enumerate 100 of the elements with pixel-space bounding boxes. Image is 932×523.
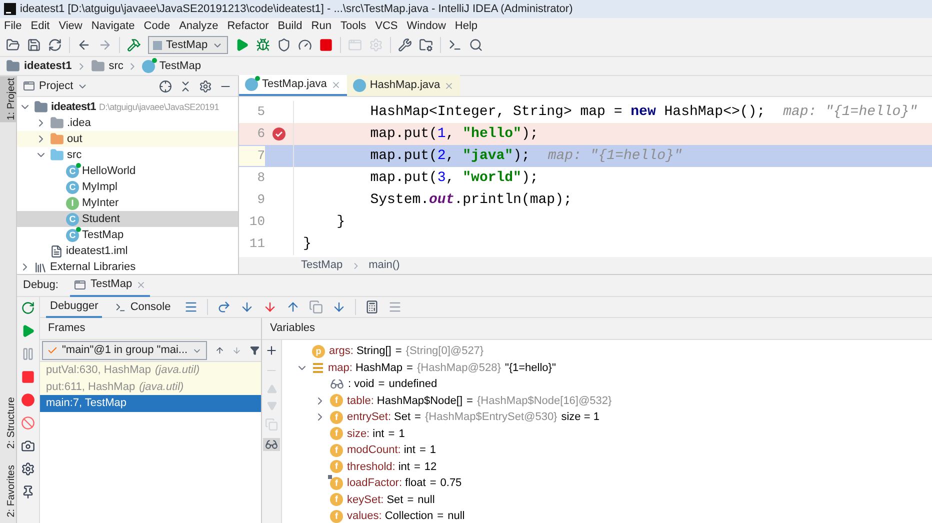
line-number: 6 bbox=[256, 125, 265, 144]
settings-icon[interactable] bbox=[199, 80, 212, 92]
run-icon[interactable] bbox=[234, 38, 249, 52]
tree-item[interactable]: I MyInter bbox=[17, 195, 238, 211]
breadcrumb-item[interactable]: ideatest1 bbox=[24, 58, 72, 74]
tree-item[interactable]: ideatest1.iml bbox=[17, 243, 238, 259]
debug-session-tab[interactable]: TestMap bbox=[70, 274, 150, 296]
editor-tab[interactable]: TestMap.java bbox=[239, 75, 347, 96]
tree-item[interactable]: C Student bbox=[17, 211, 238, 227]
variable-text: values: Collection bbox=[347, 509, 434, 523]
variable-row[interactable]: f threshold: int = 12 bbox=[292, 458, 932, 475]
stop-icon[interactable] bbox=[318, 38, 333, 52]
debugger-tab[interactable]: Debugger bbox=[46, 296, 102, 318]
coverage-icon[interactable] bbox=[276, 38, 291, 52]
variable-row[interactable]: : void = undefined bbox=[292, 376, 932, 392]
save-icon[interactable] bbox=[27, 38, 41, 52]
camera-icon[interactable] bbox=[21, 439, 35, 453]
object-reference: {String[0]@527} bbox=[406, 344, 484, 359]
breadcrumb-item[interactable]: src bbox=[108, 58, 124, 74]
menu-item[interactable]: Help bbox=[454, 18, 478, 34]
trace-icon[interactable] bbox=[388, 300, 402, 314]
run-to-cursor-icon[interactable] bbox=[332, 300, 346, 314]
variable-row[interactable]: p args: String[] = {String[0]@527} bbox=[292, 343, 932, 360]
equals-sign: = bbox=[395, 344, 402, 359]
filter-icon[interactable] bbox=[250, 344, 260, 357]
menu-item[interactable]: Run bbox=[311, 18, 332, 34]
menu-item[interactable]: Build bbox=[278, 18, 302, 34]
tree-item[interactable]: C MyImpl bbox=[17, 179, 238, 195]
menu-item[interactable]: Window bbox=[406, 18, 446, 34]
variable-row[interactable]: f keySet: Set = null bbox=[292, 492, 932, 508]
run-config-dropdown[interactable]: TestMap bbox=[148, 36, 228, 54]
close-icon[interactable] bbox=[136, 280, 146, 290]
menu-icon[interactable] bbox=[184, 300, 198, 314]
mute-breakpoints-icon[interactable] bbox=[21, 416, 35, 430]
variable-row[interactable]: f table: HashMap$Node[] = {HashMap$Node[16]@532} bbox=[292, 392, 932, 409]
hammer-icon[interactable] bbox=[127, 38, 141, 52]
menu-item[interactable]: Navigate bbox=[91, 18, 135, 34]
tree-item[interactable]: .idea bbox=[17, 115, 238, 131]
step-over-icon[interactable] bbox=[216, 300, 231, 314]
add-icon[interactable] bbox=[265, 344, 278, 357]
terminal-icon[interactable] bbox=[448, 38, 462, 52]
frame-item[interactable]: main:7, TestMap bbox=[40, 395, 261, 412]
tree-item[interactable]: C TestMap bbox=[17, 227, 238, 243]
breakpoints-icon[interactable] bbox=[21, 393, 35, 407]
code-breadcrumb-item[interactable]: TestMap bbox=[301, 257, 343, 274]
step-into-icon[interactable] bbox=[240, 300, 254, 314]
breakpoint-icon[interactable] bbox=[272, 127, 286, 141]
panel-title: Variables bbox=[270, 321, 316, 336]
settings-icon[interactable] bbox=[21, 462, 35, 476]
wrench-icon[interactable] bbox=[398, 38, 412, 52]
back-icon[interactable] bbox=[77, 38, 91, 52]
open-folder-icon[interactable] bbox=[6, 38, 20, 52]
project-structure-icon[interactable] bbox=[418, 38, 433, 52]
menu-item[interactable]: Code bbox=[144, 18, 170, 34]
tool-window-tab[interactable]: 1: Project bbox=[0, 76, 16, 122]
tool-window-tab[interactable]: 2: Structure bbox=[0, 395, 16, 451]
variable-row[interactable]: f loadFactor: float = 0.75 bbox=[292, 475, 932, 492]
editor-tab[interactable]: HashMap.java bbox=[346, 75, 460, 96]
sync-icon[interactable] bbox=[48, 38, 62, 52]
variable-row[interactable]: f modCount: int = 1 bbox=[292, 442, 932, 458]
code-breadcrumb-item[interactable]: main() bbox=[368, 257, 400, 274]
variable-value: size = 1 bbox=[561, 410, 600, 425]
variable-row[interactable]: f values: Collection = null bbox=[292, 508, 932, 523]
rerun-icon[interactable] bbox=[21, 301, 35, 315]
menu-item[interactable]: VCS bbox=[375, 18, 398, 34]
tree-item[interactable]: ideatest1 D:\atguigu\javaee\JavaSE20191 bbox=[17, 99, 238, 115]
menu-item[interactable]: Analyze bbox=[179, 18, 218, 34]
tool-window-tab[interactable]: 2: Favorites bbox=[0, 462, 16, 519]
menu-item[interactable]: Edit bbox=[30, 18, 50, 34]
search-icon[interactable] bbox=[468, 38, 483, 52]
profile-icon[interactable] bbox=[298, 38, 312, 52]
breadcrumb-item[interactable]: TestMap bbox=[159, 58, 201, 74]
pin-icon[interactable] bbox=[21, 485, 35, 499]
tree-item[interactable]: src bbox=[17, 147, 238, 163]
thread-dropdown[interactable]: "main"@1 in group "mai... bbox=[42, 341, 207, 360]
debug-icon[interactable] bbox=[256, 38, 270, 52]
calculator-icon[interactable] bbox=[364, 300, 379, 314]
close-icon[interactable] bbox=[444, 80, 454, 90]
resume-icon[interactable] bbox=[21, 324, 35, 338]
line-number: 8 bbox=[256, 169, 265, 188]
tree-item[interactable]: External Libraries bbox=[17, 259, 238, 274]
step-out-icon[interactable] bbox=[286, 300, 300, 314]
menu-item[interactable]: File bbox=[4, 18, 22, 34]
tree-item[interactable]: C HelloWorld bbox=[17, 163, 238, 179]
stop-icon[interactable] bbox=[21, 370, 35, 384]
tree-item[interactable]: out bbox=[17, 131, 238, 147]
menu-item[interactable]: Refactor bbox=[227, 18, 269, 34]
forward-icon[interactable] bbox=[98, 38, 112, 52]
drop-frame-icon[interactable] bbox=[308, 300, 323, 314]
menu-item[interactable]: View bbox=[58, 18, 82, 34]
target-icon[interactable] bbox=[159, 80, 172, 92]
pause-icon[interactable] bbox=[21, 347, 35, 361]
variable-row[interactable]: map: HashMap = {HashMap@528} "{1=hello}" bbox=[292, 360, 932, 376]
watches-toggle[interactable] bbox=[263, 438, 280, 451]
close-icon[interactable] bbox=[330, 80, 341, 90]
menu-item[interactable]: Tools bbox=[340, 18, 366, 34]
debugger-tab[interactable]: Console bbox=[111, 296, 175, 318]
variable-row[interactable]: f entrySet: Set = {HashMap$EntrySet@530} size = 1 bbox=[292, 409, 932, 426]
force-step-into-icon[interactable] bbox=[262, 300, 277, 314]
variable-row[interactable]: f size: int = 1 bbox=[292, 426, 932, 442]
